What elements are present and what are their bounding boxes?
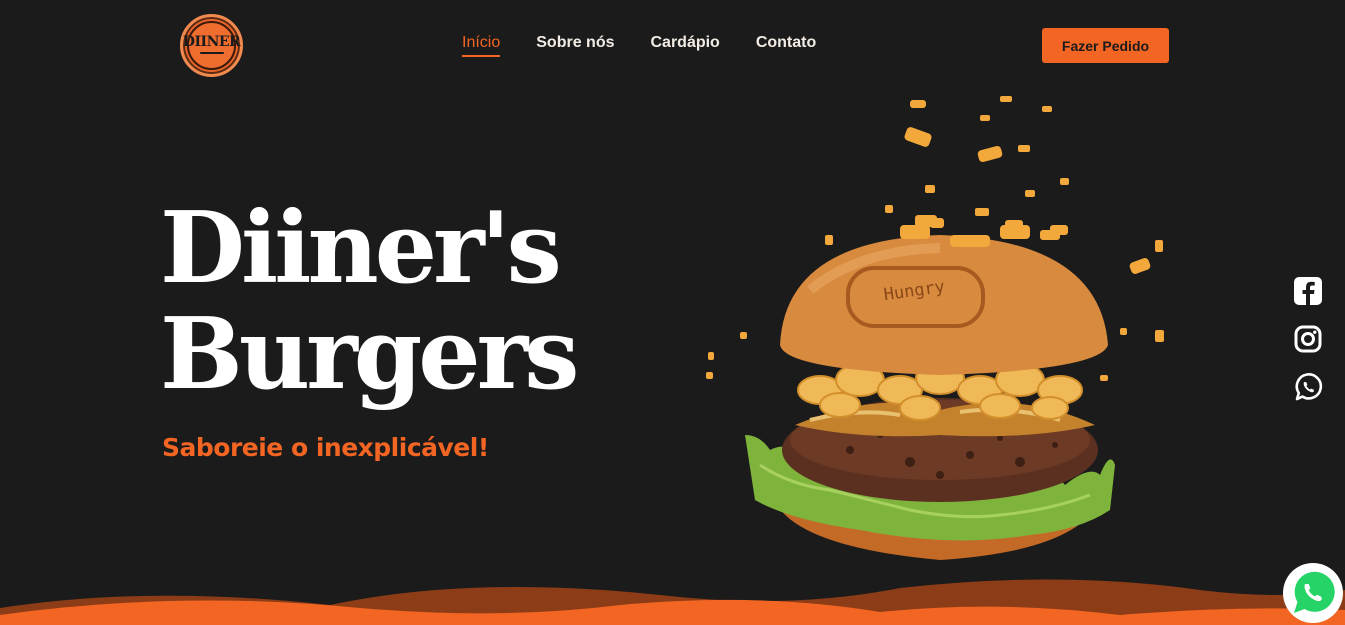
nav-item-cardapio[interactable]: Cardápio [650,34,719,57]
main-nav: Início Sobre nós Cardápio Contato [462,34,816,57]
instagram-icon[interactable] [1293,324,1323,354]
page: DIINER Início Sobre nós Cardápio Contato… [0,0,1345,625]
floating-whatsapp-button[interactable] [1283,563,1343,623]
hero-title-line-2: Burgers [160,297,579,412]
whatsapp-icon[interactable] [1293,372,1323,402]
logo-badge: DIINER [183,21,241,70]
social-bar [1293,276,1323,402]
hero-title-line-1: Diiner's [160,191,562,306]
whatsapp-icon [1287,567,1339,619]
hero-title: Diiner's Burgers [160,191,579,412]
logo-text: DIINER [182,33,241,50]
nav-item-inicio[interactable]: Início [462,34,501,57]
order-button[interactable]: Fazer Pedido [1042,28,1169,63]
top-bun [780,235,1108,375]
brand-logo[interactable]: DIINER [180,14,243,77]
nav-item-contato[interactable]: Contato [756,34,816,57]
nav-item-sobre-nos[interactable]: Sobre nós [536,34,614,57]
logo-smile-mark [199,51,224,57]
bottom-waves [0,579,1345,625]
burger-image: Hungry [706,96,1164,560]
facebook-icon[interactable] [1293,276,1323,306]
hero-subtitle: Saboreie o inexplicável! [162,433,489,462]
